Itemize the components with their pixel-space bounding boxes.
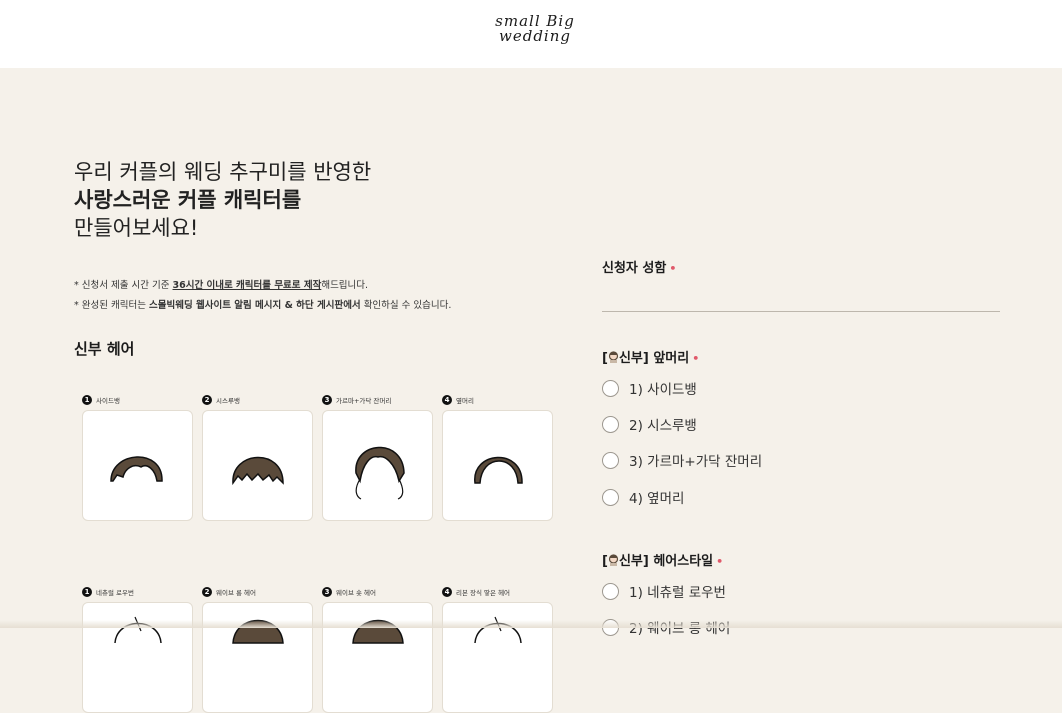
part-strand-image (322, 410, 433, 521)
side-bang-hair-icon (110, 456, 163, 482)
number-badge: 2 (202, 587, 212, 597)
number-badge: 3 (322, 395, 332, 405)
required-mark: • (669, 262, 677, 275)
logo[interactable]: small Big wedding (480, 14, 590, 44)
bangs-reference-grid: 1 사이드뱅 2 시스루뱅 3 가르마+가닥 잔머리 4 옆머리 (82, 393, 554, 521)
number-badge: 1 (82, 395, 92, 405)
part-strand-hair-icon (355, 446, 405, 500)
card-label: 사이드뱅 (96, 397, 120, 405)
bangs-card: 1 사이드뱅 (82, 393, 193, 521)
number-badge: 4 (442, 395, 452, 405)
bangs-option-4[interactable]: 4) 옆머리 (602, 487, 684, 507)
number-badge: 4 (442, 587, 452, 597)
bangs-option-2[interactable]: 2) 시스루뱅 (602, 414, 697, 434)
applicant-name-label: 신청자 성함 • (602, 261, 677, 276)
site-header: small Big wedding (0, 0, 1062, 68)
required-mark: • (692, 352, 700, 365)
low-bun-image (82, 602, 193, 713)
radio-button[interactable] (602, 451, 619, 469)
see-through-bang-image (202, 410, 313, 521)
wave-long-image (202, 602, 313, 713)
hairstyle-option-1[interactable]: 1) 네츄럴 로우번 (602, 581, 726, 601)
see-through-bang-hair-icon (232, 456, 284, 486)
card-label: 옆머리 (456, 397, 474, 405)
bangs-option-1[interactable]: 1) 사이드뱅 (602, 378, 697, 398)
card-label: 웨이브 숏 헤어 (336, 589, 377, 597)
hairstyle-reference-grid: 1 네츄럴 로우번 2 웨이브 롱 헤어 3 웨이브 숏 헤어 4 리본 장식 땋은 헤… (82, 585, 554, 713)
card-label: 웨이브 롱 헤어 (216, 589, 257, 597)
card-label: 가르마+가닥 잔머리 (336, 397, 392, 405)
radio-button[interactable] (602, 379, 619, 397)
bangs-card: 4 옆머리 (442, 393, 553, 521)
bangs-card: 2 시스루뱅 (202, 393, 313, 521)
bride-icon (608, 351, 619, 363)
bride-bangs-label: [신부] 앞머리 • (602, 351, 700, 366)
notice-line-1: * 신청서 제출 시간 기준 36시간 이내로 캐릭터를 무료로 제작해드립니다… (74, 280, 369, 291)
ribbon-braid-image (442, 602, 553, 713)
number-badge: 3 (322, 587, 332, 597)
hairstyle-card: 1 네츄럴 로우번 (82, 585, 193, 713)
radio-button[interactable] (602, 415, 619, 433)
intro-line-3: 만들어보세요! (74, 216, 199, 240)
radio-button[interactable] (602, 488, 619, 506)
bangs-card: 3 가르마+가닥 잔머리 (322, 393, 433, 521)
bangs-option-3[interactable]: 3) 가르마+가닥 잔머리 (602, 450, 762, 470)
section-title: 신부 헤어 (74, 340, 135, 358)
hairstyle-card: 4 리본 장식 땋은 헤어 (442, 585, 553, 713)
intro-line-2: 사랑스러운 커플 캐릭터를 (74, 188, 302, 212)
card-label: 리본 장식 땋은 헤어 (456, 589, 511, 597)
hairstyle-card: 2 웨이브 롱 헤어 (202, 585, 313, 713)
logo-line-2: wedding (499, 27, 571, 45)
notice-line-2: * 완성된 캐릭터는 스몰빅웨딩 웹사이트 알림 메시지 & 하단 게시판에서 … (74, 300, 452, 311)
side-hair-icon (474, 456, 523, 484)
wave-short-image (322, 602, 433, 713)
hairstyle-card: 3 웨이브 숏 헤어 (322, 585, 433, 713)
applicant-name-input[interactable] (602, 285, 1000, 312)
number-badge: 2 (202, 395, 212, 405)
required-mark: • (716, 555, 724, 568)
card-label: 네츄럴 로우번 (96, 589, 134, 597)
radio-button[interactable] (602, 582, 619, 600)
bride-hairstyle-label: [신부] 헤어스타일 • (602, 554, 724, 569)
side-bang-image (82, 410, 193, 521)
number-badge: 1 (82, 587, 92, 597)
card-label: 시스루뱅 (216, 397, 240, 405)
notice-text: * 신청서 제출 시간 기준 36시간 이내로 캐릭터를 무료로 제작해드립니다… (74, 276, 451, 316)
bride-icon (608, 554, 619, 566)
intro-line-1: 우리 커플의 웨딩 추구미를 반영한 (74, 160, 372, 184)
intro-heading: 우리 커플의 웨딩 추구미를 반영한 사랑스러운 커플 캐릭터를 만들어보세요! (74, 158, 371, 242)
page-bottom-edge (0, 620, 1062, 628)
side-hair-image (442, 410, 553, 521)
